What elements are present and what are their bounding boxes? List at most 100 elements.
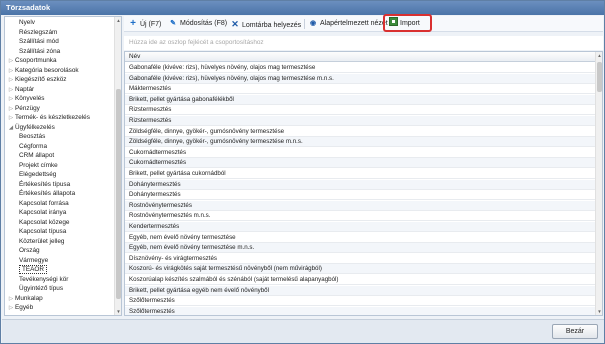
sidebar-item-label: Vármegye bbox=[19, 256, 49, 264]
sidebar-item[interactable]: Ország bbox=[19, 246, 40, 256]
table-row[interactable]: Rizstermesztés bbox=[125, 116, 595, 126]
sidebar-item-label: Szállítási zóna bbox=[19, 47, 61, 55]
sidebar-item[interactable]: Értékesítés típusa bbox=[19, 180, 70, 190]
sidebar-scrollbar[interactable]: ▲ ▼ bbox=[114, 17, 121, 315]
import-button[interactable]: Import bbox=[389, 17, 420, 31]
sidebar-item-label: Kiegészítő eszköz bbox=[15, 76, 67, 83]
sidebar-item-label: Csoportmunka bbox=[15, 57, 57, 64]
sidebar-item[interactable]: Kapcsolat forrása bbox=[19, 199, 69, 209]
sidebar-item-label: Kapcsolat típusa bbox=[19, 228, 67, 235]
edit-button[interactable]: ✎ Módosítás (F8) bbox=[168, 17, 227, 31]
sidebar-item[interactable]: Projekt címke bbox=[19, 161, 58, 171]
sidebar-item[interactable]: Beosztás bbox=[19, 132, 45, 142]
sidebar-item-label: Nyelv bbox=[19, 19, 35, 26]
sidebar-item[interactable]: ▷ Termék- és készletkezelés bbox=[7, 113, 90, 123]
sidebar-item[interactable]: ◢ Ügyfélkezelés bbox=[7, 123, 55, 133]
table-row[interactable]: Dísznövény- és virágtermesztés bbox=[125, 254, 595, 264]
chevron-right-icon[interactable]: ▷ bbox=[7, 303, 15, 313]
sidebar-item[interactable]: Közterület jelleg bbox=[19, 237, 64, 247]
grid-scroll-thumb[interactable] bbox=[597, 62, 602, 92]
sidebar-item[interactable]: Kapcsolat közege bbox=[19, 218, 69, 228]
sidebar-item-label: Értékesítés típusa bbox=[19, 180, 71, 188]
chevron-right-icon[interactable]: ▷ bbox=[7, 66, 15, 76]
chevron-right-icon[interactable]: ▷ bbox=[7, 94, 15, 104]
table-row[interactable]: Dohánytermesztés bbox=[125, 179, 595, 190]
table-row[interactable]: Cukornádtermesztés bbox=[125, 148, 595, 158]
table-row[interactable]: Zöldségféle, dinnye, gyökér-, gumósnövén… bbox=[125, 127, 595, 137]
table-row[interactable]: Zöldségféle, dinnye, gyökér-, gumósnövén… bbox=[125, 137, 595, 148]
pencil-icon: ✎ bbox=[170, 20, 176, 27]
table-row[interactable]: Brikett, pellet gyártása egyéb nem évelő… bbox=[125, 285, 595, 296]
sidebar-item-label: Naptár bbox=[15, 85, 35, 93]
scroll-up-icon[interactable]: ▲ bbox=[115, 17, 121, 24]
sidebar-item[interactable]: Tevékenységi kör bbox=[19, 275, 68, 285]
sidebar-item[interactable]: Értékesítés állapota bbox=[19, 189, 75, 199]
sidebar-item-label: Könyvelés bbox=[15, 95, 45, 102]
close-button[interactable]: Bezár bbox=[552, 324, 598, 339]
sidebar-item[interactable]: Vármegye bbox=[19, 256, 48, 266]
table-row[interactable]: Dohánytermesztés bbox=[125, 190, 595, 201]
sidebar-item-label: Kapcsolat forrása bbox=[19, 199, 69, 207]
new-button[interactable]: + Új (F7) bbox=[128, 17, 161, 31]
delete-button[interactable]: ✕ Lomtárba helyezés bbox=[230, 17, 301, 31]
sidebar-item[interactable]: ▷ Egyéb bbox=[7, 303, 33, 313]
sidebar-item-label: Egyéb bbox=[15, 304, 34, 311]
scroll-up-icon[interactable]: ▲ bbox=[596, 52, 602, 59]
sidebar-item[interactable]: Részlegszám bbox=[19, 28, 57, 38]
table-row[interactable]: Kendertermesztés bbox=[125, 222, 595, 232]
table-row[interactable]: Rostnövénytermesztés m.n.s. bbox=[125, 211, 595, 222]
group-panel[interactable]: Húzza ide az oszlop fejlécét a csoportos… bbox=[124, 36, 603, 50]
table-row[interactable]: Brikett, pellet gyártása gabonafélékből bbox=[125, 94, 595, 105]
sidebar-item[interactable]: ▷ Naptár bbox=[7, 85, 34, 95]
sidebar-item[interactable]: Elégedettség bbox=[19, 170, 56, 180]
table-row[interactable]: Brikett, pellet gyártása cukornádból bbox=[125, 169, 595, 179]
sidebar-item[interactable]: CRM állapot bbox=[19, 151, 54, 161]
chevron-right-icon[interactable]: ▷ bbox=[7, 56, 15, 66]
chevron-right-icon[interactable]: ▷ bbox=[7, 113, 15, 123]
scroll-down-icon[interactable]: ▼ bbox=[115, 308, 121, 315]
table-row[interactable]: Rostnövénytermesztés bbox=[125, 200, 595, 211]
table-row[interactable]: Koszorúalap készítés szalmából és szénáb… bbox=[125, 275, 595, 285]
sidebar-item[interactable]: Cégforma bbox=[19, 142, 47, 152]
sidebar-scroll-thumb[interactable] bbox=[116, 89, 121, 299]
sidebar-item-label: Tevékenységi kör bbox=[19, 275, 69, 283]
table-row[interactable]: Máktermesztés bbox=[125, 84, 595, 95]
table-row[interactable]: Szőlőtermesztés bbox=[125, 306, 595, 315]
data-grid: Név ▲ ▼ Gabonaféle (kivéve: rizs), hüvel… bbox=[124, 51, 603, 316]
table-row[interactable]: Gabonaféle (kivéve: rizs), hüvelyes növé… bbox=[125, 63, 595, 73]
sidebar-item[interactable]: Nyelv bbox=[19, 18, 35, 28]
table-row[interactable]: Egyéb, nem évelő növény termesztése m.n.… bbox=[125, 243, 595, 254]
scroll-down-icon[interactable]: ▼ bbox=[596, 308, 602, 315]
sidebar-item[interactable]: Szállítási zóna bbox=[19, 47, 60, 57]
chevron-right-icon[interactable]: ▷ bbox=[7, 85, 15, 95]
window-title: Törzsadatok bbox=[1, 1, 604, 15]
sidebar-item[interactable]: Kapcsolat típusa bbox=[19, 227, 66, 237]
sidebar-item[interactable]: ▷ Kategória besorolások bbox=[7, 66, 79, 76]
table-row[interactable]: Egyéb, nem évelő növény termesztése bbox=[125, 233, 595, 243]
chevron-right-icon[interactable]: ▷ bbox=[7, 104, 15, 114]
sidebar-item[interactable]: ▷ Csoportmunka bbox=[7, 56, 57, 66]
sidebar-item[interactable]: Szállítási mód bbox=[19, 37, 59, 47]
sidebar-item[interactable]: ▷ Könyvelés bbox=[7, 94, 45, 104]
toolbar-separator bbox=[304, 19, 305, 29]
default-view-button[interactable]: ◉ Alapértelmezett nézet bbox=[308, 17, 388, 31]
column-header-name[interactable]: Név bbox=[125, 52, 595, 62]
sidebar-item[interactable]: Kapcsolat iránya bbox=[19, 208, 66, 218]
sidebar-item[interactable]: ▷ Kiegészítő eszköz bbox=[7, 75, 67, 85]
table-row[interactable]: Cukornádtermesztés bbox=[125, 158, 595, 169]
sidebar-item-label: Közterület jelleg bbox=[19, 237, 65, 245]
table-row[interactable]: Koszorú- és virágkötés saját termesztésű… bbox=[125, 264, 595, 275]
main-window: Törzsadatok ▲ ▼ Nyelv Részlegszám Szállítá… bbox=[0, 0, 605, 344]
table-row[interactable]: Szőlőtermesztés bbox=[125, 296, 595, 307]
sidebar-item[interactable]: ▷ Munkalap bbox=[7, 294, 43, 304]
import-icon bbox=[389, 17, 398, 26]
sidebar-item[interactable]: ▷ Pénzügy bbox=[7, 104, 40, 114]
table-row[interactable]: Gabonaféle (kivéve: rizs), hüvelyes növé… bbox=[125, 73, 595, 84]
chevron-down-icon[interactable]: ◢ bbox=[7, 123, 15, 133]
sidebar-item[interactable]: Ügyintéző típus bbox=[19, 284, 63, 294]
table-row[interactable]: Rizstermesztés bbox=[125, 105, 595, 116]
grid-scrollbar[interactable]: ▲ ▼ bbox=[595, 52, 602, 315]
chevron-right-icon[interactable]: ▷ bbox=[7, 75, 15, 85]
sidebar-item[interactable]: TEÁOR bbox=[19, 265, 48, 275]
chevron-right-icon[interactable]: ▷ bbox=[7, 294, 15, 304]
